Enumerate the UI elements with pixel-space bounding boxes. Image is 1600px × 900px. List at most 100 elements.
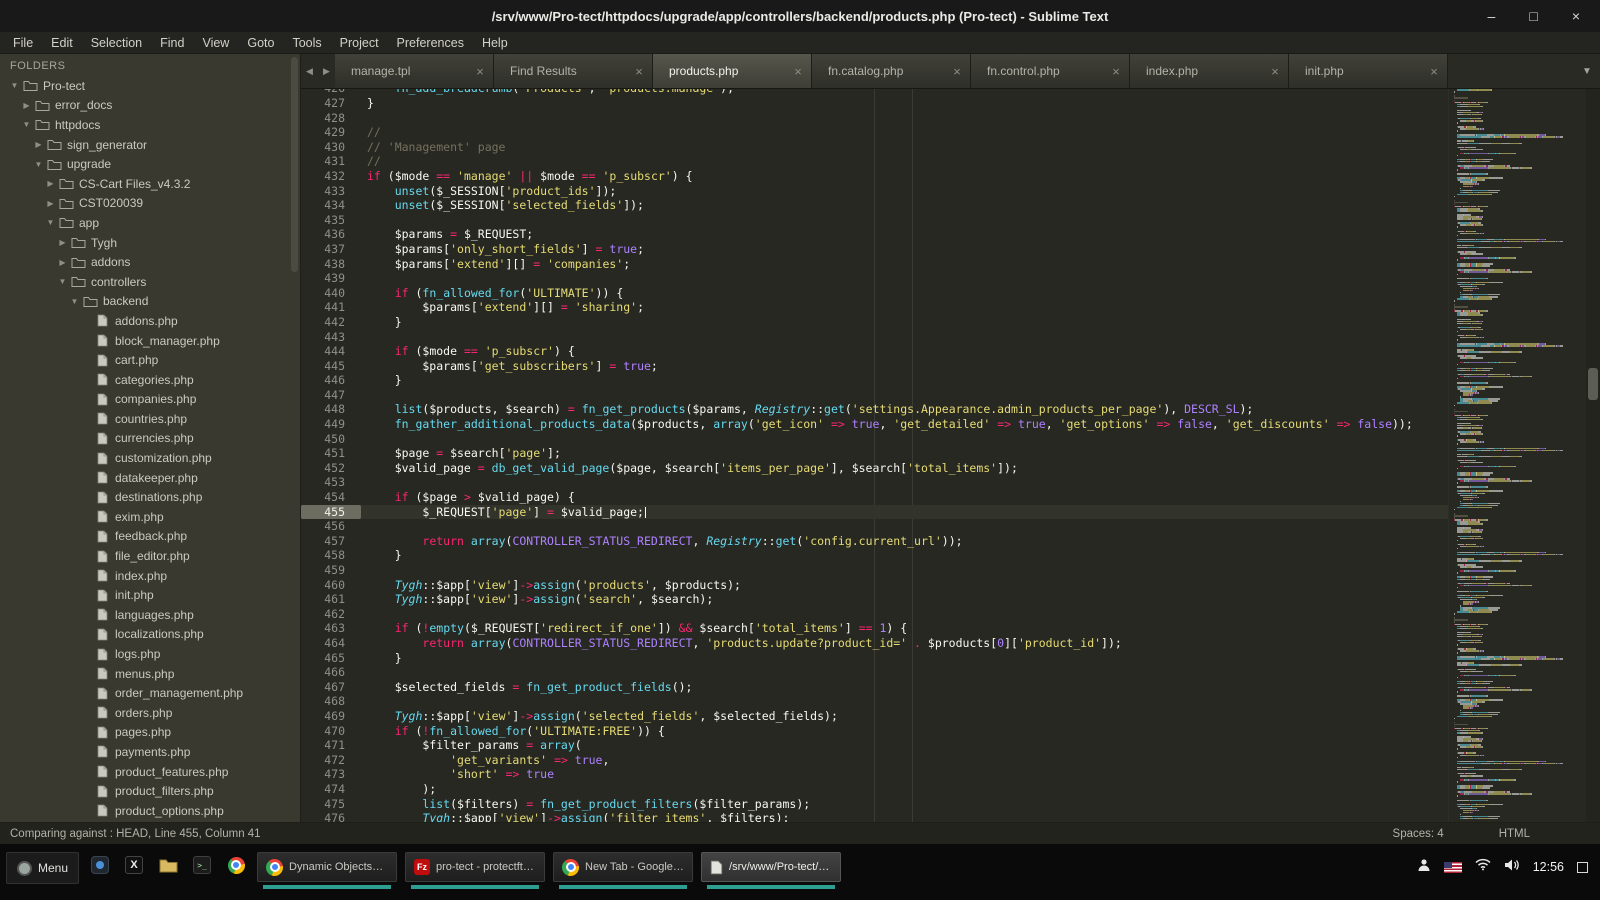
close-icon[interactable]: × — [1103, 64, 1129, 79]
code-line-463[interactable]: 463 if (!empty($_REQUEST['redirect_if_on… — [301, 621, 1600, 636]
code-line-472[interactable]: 472 'get_variants' => true, — [301, 753, 1600, 768]
code-line-442[interactable]: 442 } — [301, 315, 1600, 330]
tree-file-currencies.php[interactable]: currencies.php — [0, 429, 300, 449]
code-line-446[interactable]: 446 } — [301, 373, 1600, 388]
code-line-465[interactable]: 465 } — [301, 651, 1600, 666]
tab-forward-icon[interactable]: ▶ — [318, 54, 335, 88]
code-line-438[interactable]: 438 $params['extend'][] = 'companies'; — [301, 257, 1600, 272]
tree-folder-addons[interactable]: ▶ addons — [0, 252, 300, 272]
wifi-icon[interactable] — [1475, 858, 1491, 876]
tree-folder-upgrade[interactable]: ▼ upgrade — [0, 154, 300, 174]
tree-file-orders.php[interactable]: orders.php — [0, 703, 300, 723]
sidebar-scrollbar[interactable] — [291, 57, 298, 272]
code-line-468[interactable]: 468 — [301, 694, 1600, 709]
tree-file-block_manager.php[interactable]: block_manager.php — [0, 331, 300, 351]
menu-file[interactable]: File — [4, 36, 42, 50]
user-icon[interactable] — [1417, 858, 1431, 877]
code-line-461[interactable]: 461 Tygh::$app['view']->assign('search',… — [301, 592, 1600, 607]
tree-file-localizations.php[interactable]: localizations.php — [0, 625, 300, 645]
tab-fn.control.php[interactable]: fn.control.php × — [971, 54, 1130, 88]
menu-edit[interactable]: Edit — [42, 36, 82, 50]
code-line-443[interactable]: 443 — [301, 330, 1600, 345]
code-line-466[interactable]: 466 — [301, 665, 1600, 680]
launcher-terminal-icon[interactable]: >_ — [189, 852, 215, 878]
menu-tools[interactable]: Tools — [283, 36, 330, 50]
code-line-444[interactable]: 444 if ($mode == 'p_subscr') { — [301, 344, 1600, 359]
tree-folder-app[interactable]: ▼ app — [0, 213, 300, 233]
tree-file-product_features.php[interactable]: product_features.php — [0, 762, 300, 782]
tab-back-icon[interactable]: ◀ — [301, 54, 318, 88]
task-button[interactable]: /srv/www/Pro-tect/ht... — [701, 852, 842, 889]
code-line-432[interactable]: 432 if ($mode == 'manage' || $mode == 'p_… — [301, 169, 1600, 184]
close-icon[interactable]: × — [1421, 64, 1447, 79]
indent-status[interactable]: Spaces: 4 — [1393, 828, 1444, 840]
tree-folder-httpdocs[interactable]: ▼ httpdocs — [0, 115, 300, 135]
code-line-464[interactable]: 464 return array(CONTROLLER_STATUS_REDIR… — [301, 636, 1600, 651]
launcher-chrome-icon[interactable] — [223, 852, 249, 878]
code-line-429[interactable]: 429 // — [301, 125, 1600, 140]
tree-file-languages.php[interactable]: languages.php — [0, 605, 300, 625]
menu-selection[interactable]: Selection — [82, 36, 151, 50]
tree-file-pages.php[interactable]: pages.php — [0, 723, 300, 743]
tree-file-destinations.php[interactable]: destinations.php — [0, 487, 300, 507]
code-line-469[interactable]: 469 Tygh::$app['view']->assign('selected… — [301, 709, 1600, 724]
code-line-459[interactable]: 459 — [301, 563, 1600, 578]
code-line-474[interactable]: 474 ); — [301, 782, 1600, 797]
code-line-460[interactable]: 460 Tygh::$app['view']->assign('products… — [301, 578, 1600, 593]
tree-file-customization.php[interactable]: customization.php — [0, 448, 300, 468]
code-line-448[interactable]: 448 list($products, $search) = fn_get_pr… — [301, 402, 1600, 417]
volume-icon[interactable] — [1504, 858, 1520, 877]
menu-goto[interactable]: Goto — [238, 36, 283, 50]
code-line-428[interactable]: 428 — [301, 111, 1600, 126]
tree-file-cart.php[interactable]: cart.php — [0, 350, 300, 370]
tree-file-product_options.php[interactable]: product_options.php — [0, 801, 300, 821]
tree-file-product_filters.php[interactable]: product_filters.php — [0, 781, 300, 801]
code-line-440[interactable]: 440 if (fn_allowed_for('ULTIMATE')) { — [301, 286, 1600, 301]
code-line-457[interactable]: 457 return array(CONTROLLER_STATUS_REDIR… — [301, 534, 1600, 549]
tab-overflow-icon[interactable]: ▼ — [1574, 54, 1600, 88]
code-line-450[interactable]: 450 — [301, 432, 1600, 447]
minimap[interactable] — [1448, 89, 1586, 822]
code-line-435[interactable]: 435 — [301, 213, 1600, 228]
tree-folder-sign_generator[interactable]: ▶ sign_generator — [0, 135, 300, 155]
tab-manage.tpl[interactable]: manage.tpl × — [335, 54, 494, 88]
tree-file-order_management.php[interactable]: order_management.php — [0, 683, 300, 703]
tree-folder-backend[interactable]: ▼ backend — [0, 292, 300, 312]
tree-file-logs.php[interactable]: logs.php — [0, 644, 300, 664]
code-line-441[interactable]: 441 $params['extend'][] = 'sharing'; — [301, 300, 1600, 315]
tree-file-payments.php[interactable]: payments.php — [0, 742, 300, 762]
close-icon[interactable]: × — [626, 64, 652, 79]
tree-folder-controllers[interactable]: ▼ controllers — [0, 272, 300, 292]
code-line-471[interactable]: 471 $filter_params = array( — [301, 738, 1600, 753]
task-button[interactable]: Dynamic Objects—dy... — [257, 852, 398, 889]
code-line-439[interactable]: 439 — [301, 271, 1600, 286]
maximize-button[interactable]: □ — [1529, 9, 1537, 23]
minimize-button[interactable]: – — [1488, 9, 1496, 23]
code-line-475[interactable]: 475 list($filters) = fn_get_product_filt… — [301, 797, 1600, 812]
code-line-452[interactable]: 452 $valid_page = db_get_valid_page($pag… — [301, 461, 1600, 476]
menu-preferences[interactable]: Preferences — [388, 36, 473, 50]
tree-file-products.php[interactable]: products.php — [0, 821, 300, 822]
task-button[interactable]: Fz pro-tect - protectftp... — [405, 852, 546, 889]
tab-fn.catalog.php[interactable]: fn.catalog.php × — [812, 54, 971, 88]
close-icon[interactable]: × — [467, 64, 493, 79]
code-line-449[interactable]: 449 fn_gather_additional_products_data($… — [301, 417, 1600, 432]
tree-file-categories.php[interactable]: categories.php — [0, 370, 300, 390]
tree-folder-Pro-tect[interactable]: ▼ Pro-tect — [0, 76, 300, 96]
code-line-453[interactable]: 453 — [301, 475, 1600, 490]
code-line-445[interactable]: 445 $params['get_subscribers'] = true; — [301, 359, 1600, 374]
tree-file-menus.php[interactable]: menus.php — [0, 664, 300, 684]
code-line-454[interactable]: 454 if ($page > $valid_page) { — [301, 490, 1600, 505]
launcher-xterm-icon[interactable]: X — [121, 852, 147, 878]
tree-file-file_editor.php[interactable]: file_editor.php — [0, 546, 300, 566]
code-line-476[interactable]: 476 Tygh::$app['view']->assign('filter_i… — [301, 811, 1600, 822]
scrollbar-thumb[interactable] — [1588, 367, 1598, 400]
code-line-434[interactable]: 434 unset($_SESSION['selected_fields']); — [301, 198, 1600, 213]
code-line-436[interactable]: 436 $params = $_REQUEST; — [301, 227, 1600, 242]
menu-help[interactable]: Help — [473, 36, 517, 50]
code-line-462[interactable]: 462 — [301, 607, 1600, 622]
show-desktop-icon[interactable] — [1577, 861, 1588, 873]
editor-scrollbar[interactable] — [1586, 89, 1600, 822]
tree-folder-error_docs[interactable]: ▶ error_docs — [0, 96, 300, 116]
clock[interactable]: 12:56 — [1533, 860, 1564, 874]
